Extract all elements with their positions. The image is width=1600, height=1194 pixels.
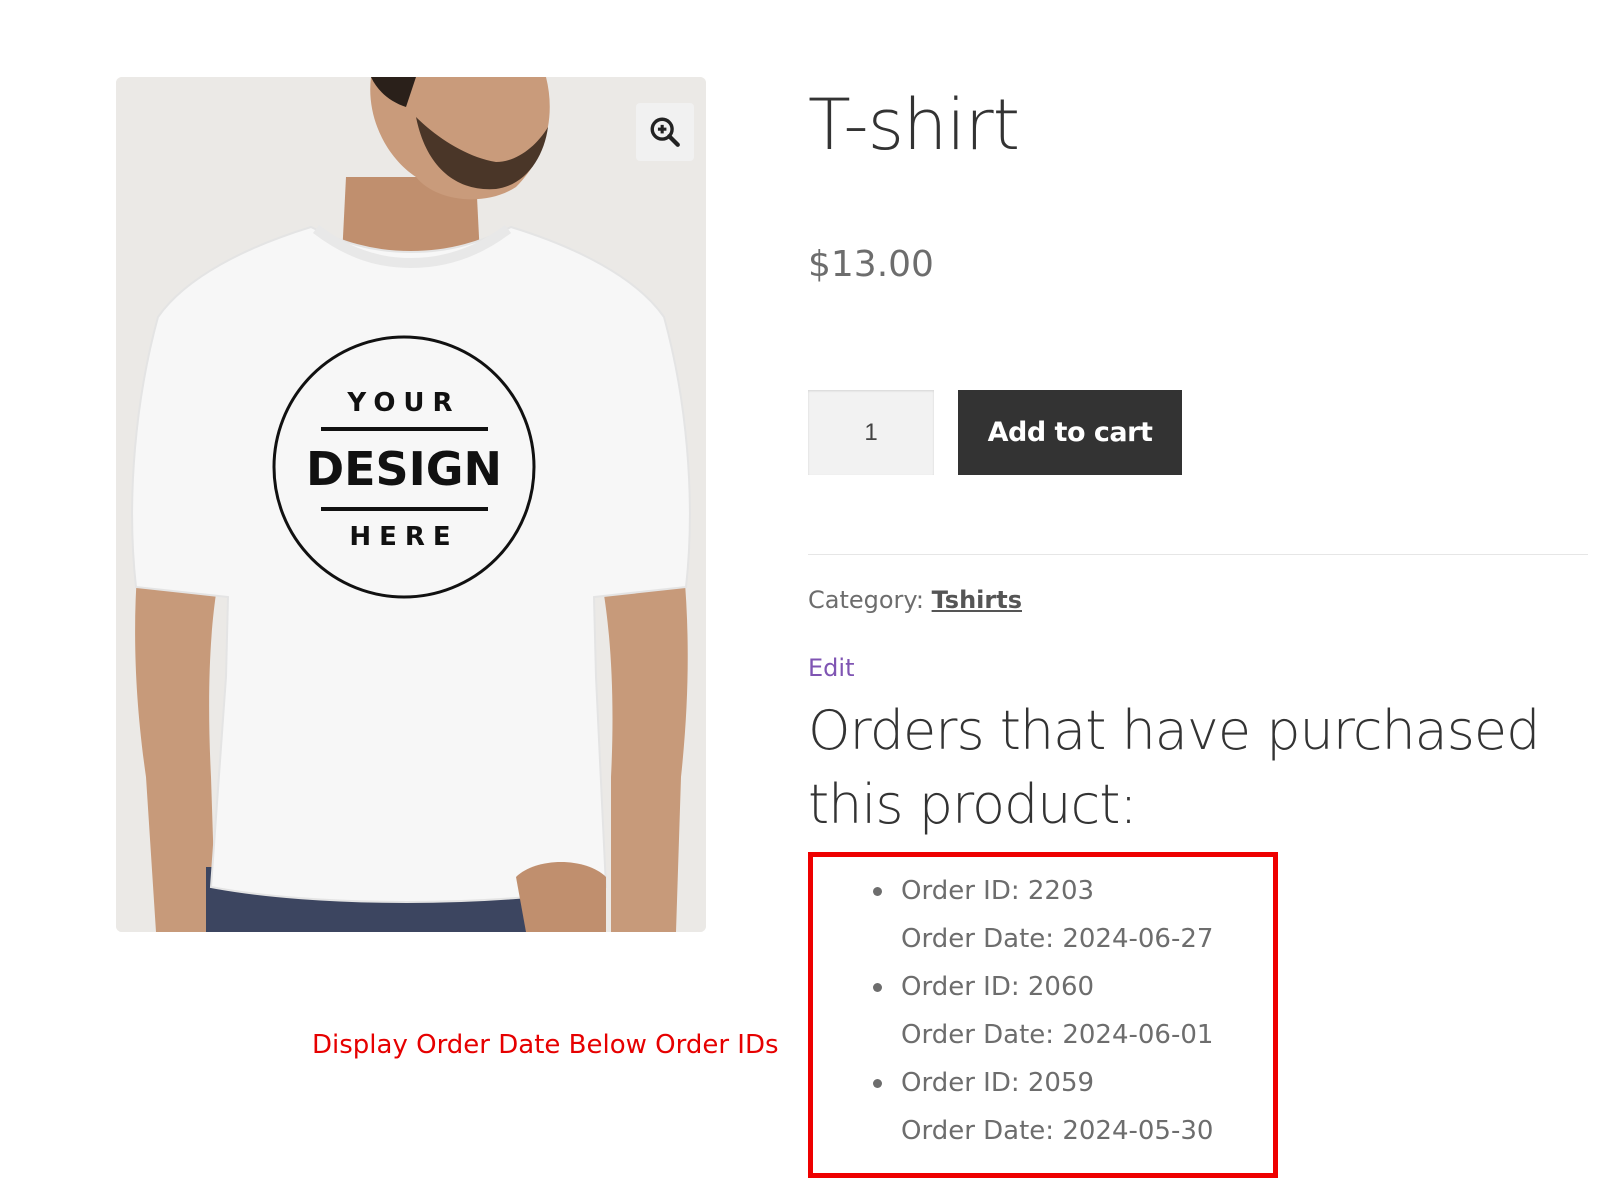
order-id: Order ID: 2203 (901, 876, 1095, 906)
order-item: Order ID: 2060 Order Date: 2024-06-01 (813, 963, 1213, 1059)
order-id: Order ID: 2059 (901, 1068, 1095, 1098)
category-label: Category: (808, 586, 924, 614)
product-category: Category: Tshirts (808, 586, 1022, 614)
order-date: Order Date: 2024-05-30 (901, 1116, 1214, 1146)
annotation-text: Display Order Date Below Order IDs (312, 1030, 779, 1060)
product-title: T-shirt (808, 84, 1020, 166)
order-id: Order ID: 2060 (901, 972, 1095, 1002)
tshirt-model-photo: YOUR DESIGN HERE (116, 77, 706, 932)
bullet-icon (873, 887, 882, 896)
zoom-button[interactable] (636, 103, 694, 161)
product-image[interactable]: YOUR DESIGN HERE (116, 77, 706, 932)
orders-highlight-box: Order ID: 2203 Order Date: 2024-06-27 Or… (808, 852, 1278, 1178)
order-item: Order ID: 2203 Order Date: 2024-06-27 (813, 867, 1213, 963)
zoom-in-icon (650, 117, 680, 147)
edit-link[interactable]: Edit (808, 654, 854, 682)
print-text-middle: DESIGN (306, 442, 502, 496)
orders-heading: Orders that have purchased this product: (808, 699, 1540, 836)
add-to-cart-button[interactable]: Add to cart (958, 390, 1182, 475)
order-item: Order ID: 2059 Order Date: 2024-05-30 (813, 1059, 1213, 1155)
order-date: Order Date: 2024-06-01 (901, 1020, 1214, 1050)
category-link[interactable]: Tshirts (932, 586, 1022, 614)
quantity-input[interactable] (808, 390, 934, 475)
order-date: Order Date: 2024-06-27 (901, 924, 1214, 954)
bullet-icon (873, 1079, 882, 1088)
bullet-icon (873, 983, 882, 992)
product-page: YOUR DESIGN HERE T-shirt $13.00 Add to c… (0, 0, 1600, 1194)
divider (808, 554, 1588, 555)
print-text-top: YOUR (346, 388, 460, 418)
print-text-bottom: HERE (349, 522, 458, 552)
orders-list: Order ID: 2203 Order Date: 2024-06-27 Or… (813, 867, 1213, 1155)
product-price: $13.00 (808, 244, 934, 285)
